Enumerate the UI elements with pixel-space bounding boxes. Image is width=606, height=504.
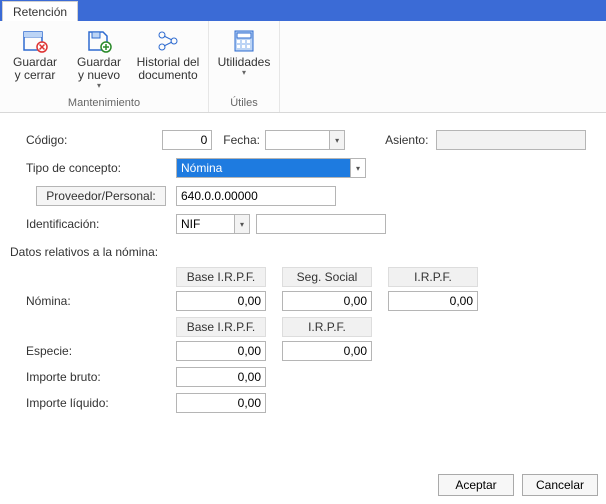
chevron-down-icon: ▾ [242, 69, 246, 77]
save-close-icon [22, 27, 48, 55]
cancel-button[interactable]: Cancelar [522, 474, 598, 496]
liquido-input[interactable] [176, 393, 266, 413]
ident-select[interactable]: ▾ [176, 214, 250, 234]
footer-buttons: Aceptar Cancelar [438, 474, 598, 496]
row-nomina-label: Nómina: [26, 294, 176, 308]
tipo-select[interactable]: ▾ [176, 158, 366, 178]
proveedor-input[interactable] [176, 186, 336, 206]
fecha-input[interactable] [265, 130, 329, 150]
ident-label: Identificación: [26, 217, 176, 231]
row-liquido-label: Importe líquido: [26, 396, 176, 410]
fecha-label: Fecha: [223, 133, 265, 147]
window-tab[interactable]: Retención [2, 1, 78, 21]
col-irpf: I.R.P.F. [282, 317, 372, 337]
asiento-input[interactable] [436, 130, 586, 150]
bruto-input[interactable] [176, 367, 266, 387]
ident-value-input[interactable] [256, 214, 386, 234]
fecha-field[interactable]: ▾ [265, 130, 345, 150]
asiento-label: Asiento: [385, 133, 436, 147]
ribbon-group-utils: Útiles [209, 97, 279, 112]
nomina-ss-input[interactable] [282, 291, 372, 311]
nomina-base-input[interactable] [176, 291, 266, 311]
col-base-irpf: Base I.R.P.F. [176, 317, 266, 337]
save-new-icon [86, 27, 112, 55]
title-bar: Retención [0, 0, 606, 21]
utilities-button[interactable]: Utilidades ▾ [215, 25, 273, 77]
chevron-down-icon[interactable]: ▾ [350, 158, 366, 178]
col-base-irpf: Base I.R.P.F. [176, 267, 266, 287]
col-irpf: I.R.P.F. [388, 267, 478, 287]
proveedor-button[interactable]: Proveedor/Personal: [36, 186, 166, 206]
ok-button[interactable]: Aceptar [438, 474, 514, 496]
history-icon [155, 27, 181, 55]
form-area: Código: Fecha: ▾ Asiento: Tipo de concep… [0, 113, 606, 413]
row-especie-label: Especie: [26, 344, 176, 358]
calculator-icon [233, 27, 255, 55]
codigo-input[interactable] [162, 130, 212, 150]
chevron-down-icon[interactable]: ▾ [329, 130, 345, 150]
codigo-label: Código: [26, 133, 162, 147]
ribbon: Guardar y cerrar Guardar y nuevo ▾ Histo… [0, 21, 606, 113]
nomina-section-title: Datos relativos a la nómina: [10, 245, 586, 259]
ident-type-input[interactable] [176, 214, 234, 234]
col-seg-social: Seg. Social [282, 267, 372, 287]
especie-base-input[interactable] [176, 341, 266, 361]
chevron-down-icon: ▾ [97, 82, 101, 90]
nomina-irpf-input[interactable] [388, 291, 478, 311]
row-bruto-label: Importe bruto: [26, 370, 176, 384]
especie-irpf-input[interactable] [282, 341, 372, 361]
tipo-label: Tipo de concepto: [26, 161, 176, 175]
tipo-input[interactable] [176, 158, 350, 178]
doc-history-button[interactable]: Historial del documento [134, 25, 202, 82]
ribbon-group-maintenance: Mantenimiento [0, 97, 208, 112]
chevron-down-icon[interactable]: ▾ [234, 214, 250, 234]
